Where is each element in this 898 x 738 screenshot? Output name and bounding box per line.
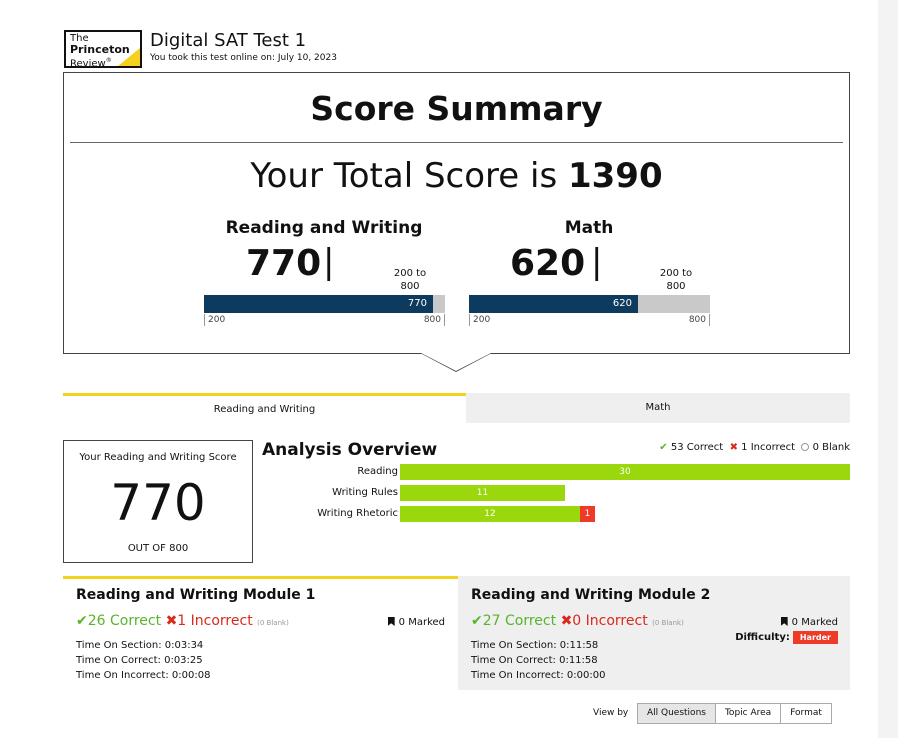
total-score: Your Total Score is 1390 (64, 155, 849, 197)
analysis-bar: 30 (400, 464, 850, 480)
analysis-row-label: Writing Rules (332, 487, 398, 498)
module-blank: (0 Blank) (257, 619, 289, 627)
module-marked: 0 Marked (780, 616, 838, 629)
score-axis-rw: 200 800 (204, 314, 445, 326)
module-incorrect: 1 Incorrect (177, 613, 253, 629)
divider (70, 142, 843, 143)
x-icon: ✖ (729, 442, 738, 453)
axis-max-math: 800 (688, 315, 706, 325)
x-icon: ✖ (560, 613, 573, 629)
analysis-bar: 11 (400, 485, 565, 501)
section-name-math: Math (564, 218, 614, 238)
module-marked: 0 Marked (387, 616, 445, 629)
analysis-row-label: Reading (357, 466, 398, 477)
axis-min-rw: 200 (208, 315, 226, 325)
time-on-correct: Time On Correct: 0:11:58 (471, 655, 598, 666)
score-summary-panel: Score Summary Your Total Score is 1390 R… (63, 72, 850, 354)
incorrect-segment: 1 (580, 506, 595, 522)
module-incorrect: 0 Incorrect (572, 613, 648, 629)
circle-icon (801, 443, 810, 451)
axis-max-rw: 800 (423, 315, 441, 325)
scrollbar-gutter[interactable] (878, 0, 898, 738)
legend-blank: 0 Blank (812, 442, 850, 453)
module-1-card[interactable]: Reading and Writing Module 1 ✔26 Correct… (63, 576, 458, 690)
section-score-math: 620 (510, 243, 586, 284)
score-bar-rw: 770 (204, 295, 445, 313)
module-counts: ✔26 Correct ✖1 Incorrect (0 Blank) (76, 612, 289, 632)
analysis-overview-title: Analysis Overview (262, 440, 438, 460)
view-by-toggle: All Questions Topic Area Format (637, 703, 832, 724)
score-box-value: 770 (110, 474, 206, 532)
score-bar-value-rw: 770 (407, 298, 427, 309)
correct-segment: 12 (400, 506, 580, 522)
section-score-rw: 770 (246, 243, 322, 284)
tab-reading-and-writing[interactable]: Reading and Writing (63, 393, 466, 423)
analysis-row-writing-rhetoric[interactable]: Writing Rhetoric 12 1 (262, 506, 850, 522)
section-score-box: Your Reading and Writing Score 770 OUT O… (63, 440, 253, 563)
difficulty-badge: Harder (792, 631, 838, 644)
score-box-out-of: OUT OF 800 (127, 543, 189, 554)
bookmark-icon (780, 617, 788, 626)
check-icon: ✔ (471, 613, 483, 629)
correct-segment: 11 (400, 485, 565, 501)
score-summary-title: Score Summary (310, 89, 603, 128)
view-all-questions-button[interactable]: All Questions (638, 704, 716, 723)
section-name-rw: Reading and Writing (225, 218, 423, 238)
analysis-bar: 12 1 (400, 506, 595, 522)
module-blank: (0 Blank) (652, 619, 684, 627)
score-range-rw: 200 to 800 (393, 268, 427, 292)
score-separator: | (323, 242, 335, 282)
check-icon: ✔ (659, 442, 668, 453)
module-counts: ✔27 Correct ✖0 Incorrect (0 Blank) (471, 612, 684, 632)
logo-line-3: Review® (70, 57, 112, 70)
score-range-math: 200 to 800 (659, 268, 693, 292)
view-format-button[interactable]: Format (781, 704, 831, 723)
test-title: Digital SAT Test 1 (150, 30, 307, 51)
time-on-section: Time On Section: 0:03:34 (76, 640, 204, 651)
module-correct: 26 Correct (87, 613, 162, 629)
total-score-value: 1390 (567, 156, 663, 196)
check-icon: ✔ (76, 613, 88, 629)
correct-segment: 30 (400, 464, 850, 480)
score-box-label: Your Reading and Writing Score (79, 452, 237, 463)
time-on-incorrect: Time On Incorrect: 0:00:08 (76, 670, 211, 681)
pointer-arrow-fill (421, 353, 491, 371)
bookmark-icon (387, 617, 395, 626)
time-on-section: Time On Section: 0:11:58 (471, 640, 599, 651)
analysis-legend: ✔ 53 Correct ✖ 1 Incorrect 0 Blank (659, 441, 850, 454)
analysis-row-label: Writing Rhetoric (317, 508, 398, 519)
princeton-review-logo: The Princeton Review® (64, 30, 142, 70)
test-date: You took this test online on: July 10, 2… (150, 53, 337, 63)
module-2-card[interactable]: Reading and Writing Module 2 ✔27 Correct… (458, 576, 850, 690)
tab-math[interactable]: Math (466, 393, 850, 423)
score-bar-value-math: 620 (612, 298, 632, 309)
module-correct: 27 Correct (482, 613, 557, 629)
score-axis-math: 200 800 (469, 314, 710, 326)
axis-min-math: 200 (473, 315, 491, 325)
analysis-row-reading[interactable]: Reading 30 (262, 464, 850, 480)
time-on-correct: Time On Correct: 0:03:25 (76, 655, 203, 666)
legend-incorrect: 1 Incorrect (741, 442, 796, 453)
total-score-prefix: Your Total Score is (250, 156, 558, 196)
logo-corner-mark (118, 48, 140, 66)
score-separator: | (591, 242, 603, 282)
legend-correct: 53 Correct (670, 442, 724, 453)
module-title: Reading and Writing Module 2 (471, 587, 711, 603)
analysis-row-writing-rules[interactable]: Writing Rules 11 (262, 485, 850, 501)
x-icon: ✖ (165, 613, 178, 629)
module-difficulty: Difficulty: Harder (735, 631, 838, 644)
module-title: Reading and Writing Module 1 (76, 587, 316, 603)
time-on-incorrect: Time On Incorrect: 0:00:00 (471, 670, 606, 681)
view-by-label: View by (593, 708, 629, 718)
score-bar-math: 620 (469, 295, 710, 313)
view-topic-area-button[interactable]: Topic Area (715, 704, 782, 723)
